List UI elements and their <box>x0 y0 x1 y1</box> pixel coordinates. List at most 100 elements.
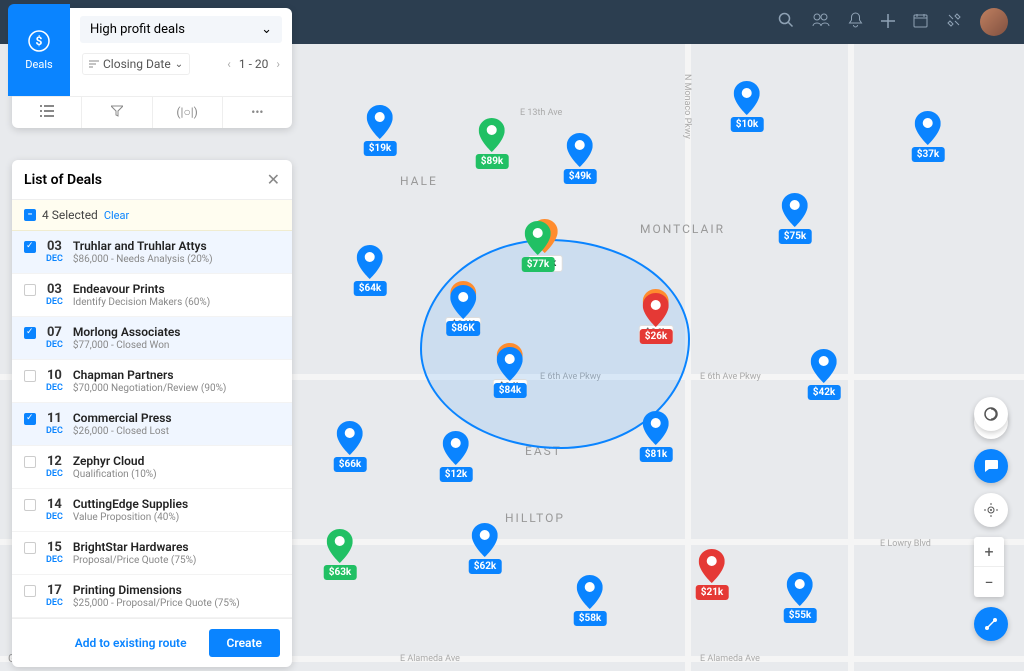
map-pin[interactable]: $75k <box>779 193 812 244</box>
checkbox[interactable] <box>24 241 36 253</box>
map-pin[interactable]: $37k <box>912 111 945 162</box>
deal-row[interactable]: 12 DEC Zephyr Cloud Qualification (10%) <box>12 446 292 489</box>
deal-row[interactable]: 15 DEC BrightStar Hardwares Proposal/Pri… <box>12 532 292 575</box>
calendar-icon[interactable] <box>913 13 928 32</box>
pin-value: $66k <box>334 457 367 472</box>
pin-value: $26k <box>640 329 673 344</box>
deal-name: Printing Dimensions <box>73 583 280 597</box>
deal-sub: $77,000 - Closed Won <box>73 340 280 351</box>
map-pin[interactable]: $86K <box>446 285 480 336</box>
deal-name: BrightStar Hardwares <box>73 540 280 554</box>
map-pin[interactable]: $21k <box>696 549 729 600</box>
map-pin[interactable]: $58k <box>574 575 607 626</box>
deal-name: Morlong Associates <box>73 325 280 339</box>
deal-name: CuttingEdge Supplies <box>73 497 280 511</box>
filter-icon[interactable] <box>82 97 152 128</box>
deals-tile[interactable]: $ Deals <box>8 4 70 96</box>
plus-icon[interactable] <box>881 13 895 32</box>
map-pin[interactable]: $19k <box>364 105 397 156</box>
deal-row[interactable]: 03 DEC Truhlar and Truhlar Attys $86,000… <box>12 231 292 274</box>
deal-date: 03 DEC <box>46 239 63 264</box>
map-pin[interactable]: $77k <box>522 221 555 272</box>
page-next[interactable]: › <box>276 57 280 71</box>
tools-icon[interactable] <box>946 12 962 32</box>
sort-label: Closing Date <box>103 57 171 71</box>
zoom-out[interactable]: − <box>974 567 1004 597</box>
deal-row[interactable]: 07 DEC Morlong Associates $77,000 - Clos… <box>12 317 292 360</box>
kanban-icon[interactable]: (|○|) <box>153 97 223 128</box>
group-icon[interactable] <box>812 12 830 32</box>
deal-sub: Proposal/Price Quote (75%) <box>73 555 280 566</box>
checkbox[interactable] <box>24 413 36 425</box>
selection-bar: 4 Selected Clear <box>12 200 292 231</box>
deal-row[interactable]: 10 DEC Chapman Partners $70,000 Negotiat… <box>12 360 292 403</box>
map-pin[interactable]: $12k <box>440 431 473 482</box>
deal-row[interactable]: 17 DEC Printing Dimensions $25,000 - Pro… <box>12 575 292 618</box>
pin-value: $62k <box>469 559 502 574</box>
deal-name: Chapman Partners <box>73 368 280 382</box>
map-pin[interactable]: $62k <box>469 523 502 574</box>
page-prev[interactable]: ‹ <box>227 57 231 71</box>
create-button[interactable]: Create <box>209 629 280 657</box>
map-pin[interactable]: $55k <box>784 572 817 623</box>
sort-selector[interactable]: Closing Date ⌄ <box>82 53 190 75</box>
deal-name: Commercial Press <box>73 411 280 425</box>
checkbox[interactable] <box>24 499 36 511</box>
avatar[interactable] <box>980 8 1008 36</box>
map-pin[interactable]: $81k <box>640 411 673 462</box>
pin-value: $63k <box>324 565 357 580</box>
add-to-route-button[interactable]: Add to existing route <box>63 629 199 657</box>
route-icon[interactable] <box>974 607 1008 641</box>
view-name: High profit deals <box>90 22 185 37</box>
master-checkbox[interactable] <box>24 209 36 221</box>
deal-sub: $26,000 - Closed Lost <box>73 426 280 437</box>
clear-link[interactable]: Clear <box>104 209 129 222</box>
deal-date: 15 DEC <box>46 540 63 565</box>
map-pin[interactable]: $42k <box>808 349 841 400</box>
pin-value: $86K <box>446 321 480 336</box>
bell-icon[interactable] <box>848 12 863 32</box>
deal-date: 07 DEC <box>46 325 63 350</box>
layers-icon[interactable] <box>974 397 1008 431</box>
deal-row[interactable]: 14 DEC CuttingEdge Supplies Value Propos… <box>12 489 292 532</box>
pin-value: $58k <box>574 611 607 626</box>
locate-icon[interactable] <box>974 493 1008 527</box>
pin-value: $49k <box>564 169 597 184</box>
close-icon[interactable]: ✕ <box>267 170 280 189</box>
zoom-in[interactable]: + <box>974 537 1004 567</box>
chat-icon[interactable] <box>974 449 1008 483</box>
chevron-down-icon: ⌄ <box>261 22 272 37</box>
pin-value: $21k <box>696 585 729 600</box>
search-icon[interactable] <box>778 12 794 32</box>
more-icon[interactable]: ••• <box>223 97 292 128</box>
pin-value: $12k <box>440 467 473 482</box>
map-pin[interactable]: $66k <box>334 421 367 472</box>
map-pin[interactable]: $10k <box>731 81 764 132</box>
zoom-control: + − <box>974 537 1004 597</box>
deal-sub: $86,000 - Needs Analysis (20%) <box>73 254 280 265</box>
deals-tile-label: Deals <box>25 58 52 71</box>
deal-row[interactable]: 03 DEC Endeavour Prints Identify Decisio… <box>12 274 292 317</box>
chevron-down-icon: ⌄ <box>175 59 183 70</box>
list-panel: List of Deals ✕ 4 Selected Clear 03 DEC … <box>12 160 292 667</box>
deal-sub: Qualification (10%) <box>73 469 280 480</box>
list-view-icon[interactable] <box>12 97 82 128</box>
checkbox[interactable] <box>24 327 36 339</box>
road-label: E 13th Ave <box>520 108 562 118</box>
view-selector[interactable]: High profit deals ⌄ <box>80 16 282 43</box>
map-pin[interactable]: $89k <box>476 118 509 169</box>
map-pin[interactable]: $49k <box>564 133 597 184</box>
checkbox[interactable] <box>24 585 36 597</box>
checkbox[interactable] <box>24 284 36 296</box>
deal-name: Truhlar and Truhlar Attys <box>73 239 280 253</box>
map-pin[interactable]: $63k <box>324 529 357 580</box>
map-pin[interactable]: $64k <box>354 245 387 296</box>
map-pin[interactable]: $26k <box>640 293 673 344</box>
checkbox[interactable] <box>24 456 36 468</box>
deal-row[interactable]: 11 DEC Commercial Press $26,000 - Closed… <box>12 403 292 446</box>
checkbox[interactable] <box>24 542 36 554</box>
pin-value: $77k <box>522 257 555 272</box>
checkbox[interactable] <box>24 370 36 382</box>
map-pin[interactable]: $84k <box>494 347 527 398</box>
deal-name: Endeavour Prints <box>73 282 280 296</box>
